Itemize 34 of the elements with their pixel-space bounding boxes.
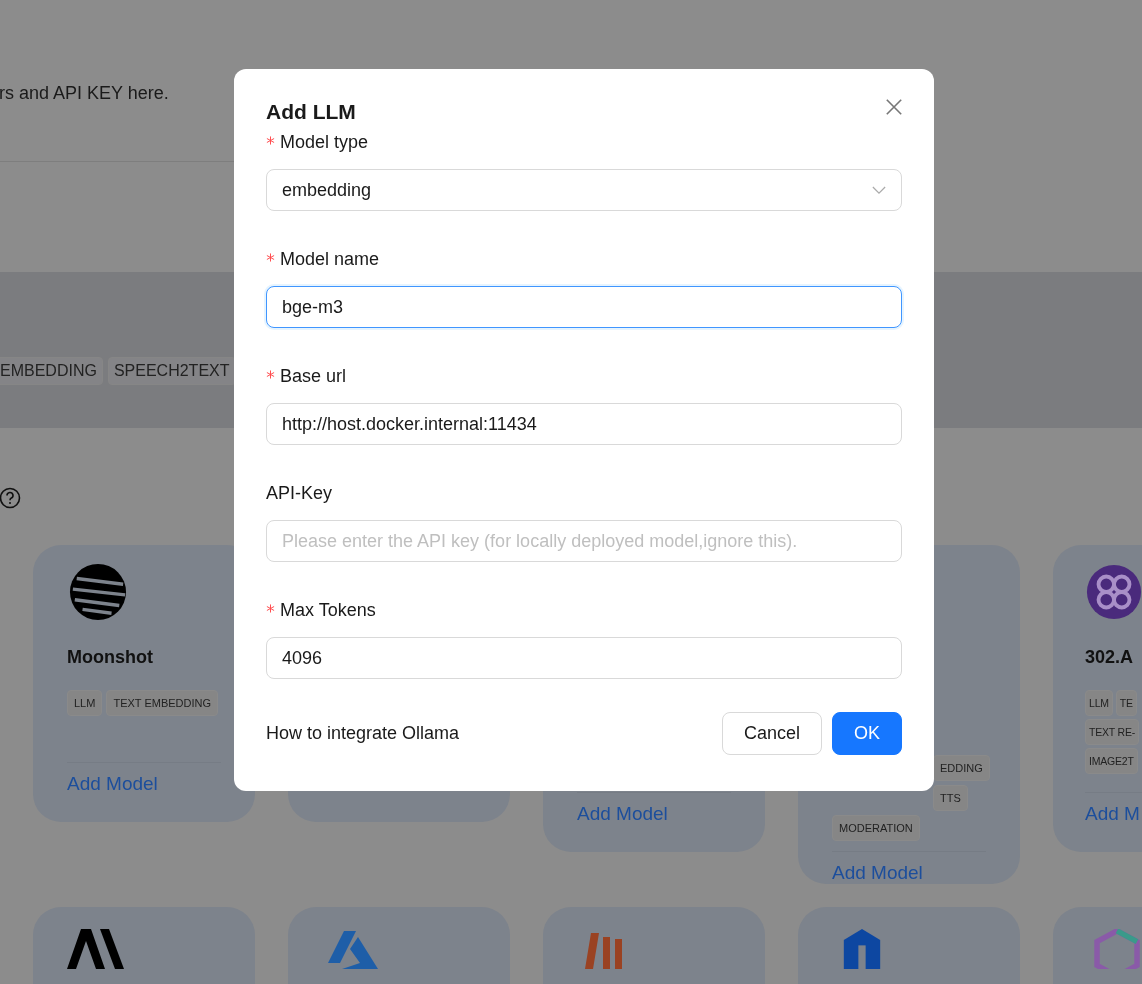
input-field[interactable]: 4096: [266, 637, 902, 679]
tag: TEXT RE-: [1085, 719, 1140, 745]
tag: SPEECH2TEXT: [107, 357, 236, 385]
tag: IMAGE2T: [1085, 748, 1138, 774]
logo-icon: [1085, 563, 1142, 621]
input-field[interactable]: bge-m3: [266, 286, 902, 328]
provider-name: Moonshot: [67, 647, 154, 668]
field-label: API-Key: [266, 482, 333, 504]
tag: TE: [1115, 690, 1137, 716]
close-icon[interactable]: [885, 98, 903, 116]
ok-button[interactable]: OK: [832, 712, 902, 755]
logo-icon: [67, 929, 127, 969]
dialog-title: Add LLM: [266, 100, 356, 124]
tag: TTS: [933, 785, 968, 811]
input-field[interactable]: http://host.docker.internal:11434: [266, 403, 902, 445]
field-label: Max Tokens: [280, 599, 376, 621]
help-link[interactable]: How to integrate Ollama: [266, 723, 460, 744]
tag: EDDING: [933, 755, 990, 781]
help-icon[interactable]: [0, 487, 21, 509]
tag: EMBEDDING: [0, 357, 103, 385]
field-label: Base url: [280, 365, 347, 387]
cancel-button[interactable]: Cancel: [721, 712, 822, 755]
field-label: Model name: [280, 248, 380, 270]
provider-name: 302.A: [1085, 647, 1135, 668]
model-type-select[interactable]: embedding: [266, 169, 902, 211]
input-field[interactable]: Please enter the API key (for locally deployed model,ignore this).: [266, 520, 902, 562]
description-text: rs and API KEY here.: [0, 83, 169, 104]
logo-icon: [69, 563, 127, 621]
tag: TEXT EMBEDDING: [106, 690, 218, 716]
tag: LLM: [1085, 690, 1113, 716]
chevron-down-icon: [872, 185, 886, 195]
field-label: Model type: [280, 131, 369, 153]
tag: LLM: [67, 690, 103, 716]
tag: MODERATION: [832, 815, 920, 841]
